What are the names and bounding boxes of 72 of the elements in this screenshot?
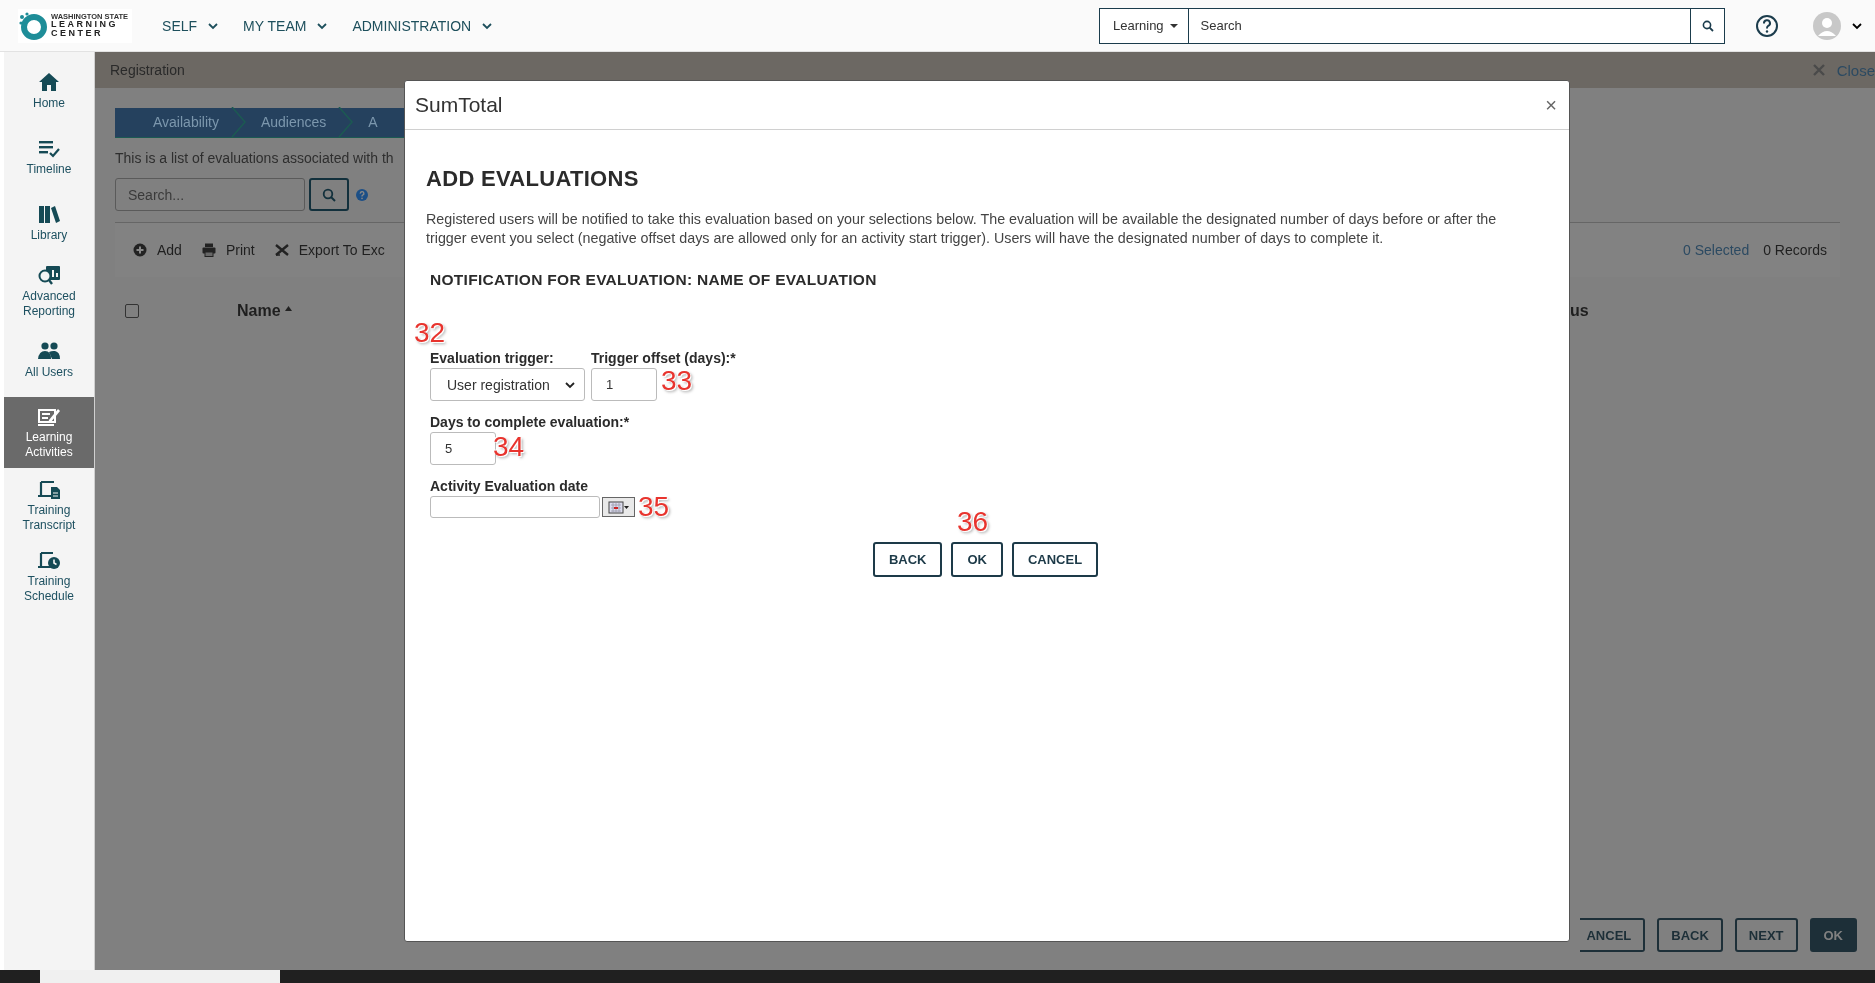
plus-circle-icon [133,243,147,257]
nav-menu[interactable]: SELF [162,13,220,38]
sidebar-item[interactable]: Training Transcript [4,474,94,539]
sidebar-item[interactable]: All Users [4,331,94,391]
books-icon [37,203,61,225]
section-heading: NOTIFICATION FOR EVALUATION: NAME OF EVALUATION [430,271,878,289]
callout-number: 32 [414,319,446,347]
toolbar-button[interactable]: Print [201,242,255,258]
field-label: Evaluation trigger: [430,350,555,366]
dialog-title: SumTotal [415,93,503,117]
dialog-button[interactable]: CANCEL [1011,542,1099,577]
callout-number: 33 [661,367,693,395]
chart-magnifier-icon [37,264,61,286]
chevron-down-icon [316,20,329,31]
taskbar-search-field[interactable] [40,970,280,983]
callout-number: 36 [957,508,989,536]
close-button[interactable]: × [1545,93,1557,117]
nav-menu[interactable]: ADMINISTRATION [352,13,494,38]
calendar-icon [607,500,630,514]
logo-text: CENTER [51,29,104,39]
field-label: Activity Evaluation date [430,478,589,494]
column-header[interactable]: us [1570,302,1589,320]
printer-icon [201,243,216,257]
toolbar-button[interactable]: Export To Exc [274,242,385,258]
chevron-down-icon [564,379,576,390]
dialog-button[interactable]: OK [951,542,1003,577]
search-field[interactable]: Search... [115,178,305,211]
help-icon [1755,13,1779,38]
sidebar-item[interactable]: Advanced Reporting [4,260,94,325]
checkbox[interactable] [125,304,139,318]
footer-button[interactable]: BACK [1657,918,1723,952]
sidebar-item[interactable]: Library [4,194,94,254]
chevron-down-icon [1851,20,1863,31]
record-count: 0 Records [1763,242,1827,258]
logo-text: LEARNING [51,20,119,30]
dropdown[interactable]: User registration [430,368,585,401]
laptop-clock-icon [37,549,61,571]
field-label: Trigger offset (days):* [591,350,736,366]
sidebar-item[interactable]: Learning Activities [4,397,94,468]
nav-menu[interactable]: MY TEAM [243,13,329,38]
footer-button[interactable]: OK [1809,918,1857,952]
calendar-button[interactable] [602,497,635,517]
search-icon [322,187,336,202]
footer-button[interactable]: NEXT [1734,918,1798,952]
help-icon [356,188,368,201]
sidebar-item[interactable]: Timeline [4,128,94,188]
step-label[interactable]: Audiences [256,114,331,130]
close-icon [1812,64,1825,76]
avatar-icon [1813,11,1841,40]
sidebar-item[interactable]: Home [4,62,94,122]
toolbar-button[interactable]: Add [133,242,182,258]
instruction-text: Registered users will be notified to take this evaluation based on your selections below. The evaluation will be available the designated number of days before or after the trigger event you select (negative offset days are allowed only for an activity start trigger). Users will have the designated number of days to complete it. [426,210,1498,248]
sort-up-icon [284,305,292,311]
dialog-button[interactable]: BACK [872,542,943,577]
page-title: Registration [110,62,185,78]
chevron-down-icon [481,20,494,31]
date-field[interactable] [430,496,600,518]
description-text: This is a list of evaluations associated with th [114,149,394,166]
logo-icon [18,10,48,41]
home-icon [37,71,61,93]
sidebar-item[interactable]: Training Schedule [4,545,94,610]
cross-icon [274,243,289,257]
field-label: Days to complete evaluation:* [430,414,630,430]
people-icon [37,340,61,362]
column-header[interactable]: Name [237,302,281,320]
chevron-down-icon [207,20,220,31]
laptop-document-icon [37,478,61,500]
footer-button[interactable]: ANCEL [1580,918,1646,952]
input-field[interactable]: 1 [591,368,657,401]
callout-number: 35 [638,493,670,521]
dialog-heading: ADD EVALUATIONS [426,166,640,192]
callout-number: 34 [493,433,525,461]
